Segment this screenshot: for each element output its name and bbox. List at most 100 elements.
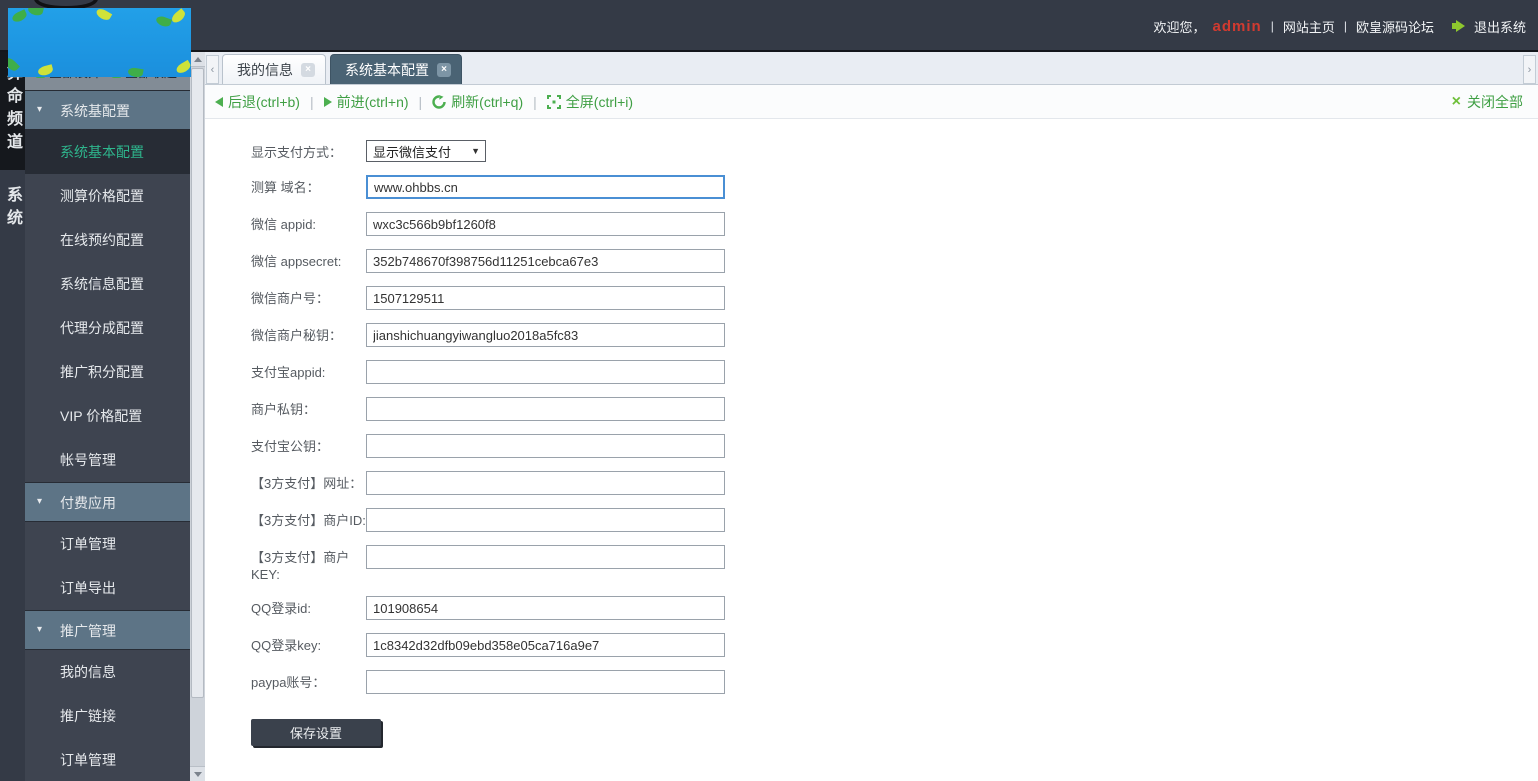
wechat-merchant-key-label: 微信商户秘钥： — [251, 328, 343, 343]
tab-close-icon[interactable]: × — [437, 62, 451, 77]
tab-scroll-left-button[interactable]: ‹ — [206, 55, 219, 84]
form-row: QQ登录id: — [251, 596, 1538, 620]
tab[interactable]: 我的信息 × — [222, 54, 326, 84]
sidebar-item[interactable]: 订单管理 — [25, 522, 190, 566]
sidebar-item[interactable]: 测算价格配置 — [25, 174, 190, 218]
form-row: 【3方支付】商户ID: — [251, 508, 1538, 532]
sidebar-item[interactable]: 系统信息配置 — [25, 262, 190, 306]
wechat-appsecret-label: 微信 appsecret: — [251, 254, 342, 269]
form-row: 支付宝公钥： — [251, 434, 1538, 458]
thirdparty-url-field[interactable] — [366, 471, 725, 495]
wechat-merchant-key-field[interactable] — [366, 323, 725, 347]
merchant-private-key-field[interactable] — [366, 397, 725, 421]
leaf-icon — [37, 64, 54, 77]
forward-button[interactable]: 前进(ctrl+n) — [323, 92, 409, 112]
form-row: 微信商户号： — [251, 286, 1538, 310]
welcome-text: 欢迎您， — [1153, 19, 1206, 35]
scrollbar-thumb[interactable] — [191, 68, 204, 698]
thirdparty-merchant-id-field[interactable] — [366, 508, 725, 532]
forum-link[interactable]: 欧皇源码论坛 — [1356, 17, 1434, 36]
thirdparty-merchant-key-field[interactable] — [366, 545, 725, 569]
back-button[interactable]: 后退(ctrl+b) — [215, 92, 300, 112]
selected-value: 显示微信支付 — [373, 144, 452, 160]
thirdparty-merchant-key-label: 【3方支付】商户 KEY: — [251, 550, 350, 582]
qq-login-key-field[interactable] — [366, 633, 725, 657]
logout-link[interactable]: 退出系统 — [1474, 17, 1526, 36]
arrow-up-icon — [193, 56, 202, 62]
sidebar-item[interactable]: 推广链接 — [25, 694, 190, 738]
form-row: 支付宝appid: — [251, 360, 1538, 384]
tab[interactable]: 系统基本配置 × — [330, 54, 462, 84]
top-bar: 欢迎您， admin | 网站主页 | 欧皇源码论坛 退出系统 — [0, 0, 1538, 52]
form-row: 测算 域名： — [251, 175, 1538, 199]
sidebar-group-header[interactable]: 系统基配置 — [25, 90, 190, 130]
separator: | — [533, 93, 537, 110]
fullscreen-button[interactable]: 全屏(ctrl+i) — [546, 92, 633, 112]
scrollbar-up-button[interactable] — [190, 52, 205, 67]
wechat-appsecret-field[interactable] — [366, 249, 725, 273]
save-settings-button[interactable]: 保存设置 — [251, 719, 381, 746]
tab-scroll-right-button[interactable]: › — [1523, 55, 1536, 84]
sidebar-item[interactable]: 推广积分配置 — [25, 350, 190, 394]
thirdparty-url-label: 【3方支付】网址： — [251, 476, 363, 491]
content-panel: 显示支付方式： 显示微信支付 ▼ 测算 域名： 微信 appid: 微信 appsecre… — [205, 119, 1538, 780]
merchant-private-key-label: 商户私钥： — [251, 402, 317, 417]
form-row: 微信 appid: — [251, 212, 1538, 236]
back-arrow-icon — [215, 96, 223, 107]
payment-display-label: 显示支付方式： — [251, 145, 343, 160]
refresh-button[interactable]: 刷新(ctrl+q) — [432, 92, 523, 112]
sidebar-group-header[interactable]: 付费应用 — [25, 482, 190, 522]
alipay-appid-field[interactable] — [366, 360, 725, 384]
scrollbar-down-button[interactable] — [190, 766, 205, 781]
form-row: 【3方支付】商户 KEY: — [251, 545, 1538, 583]
leaf-icon — [154, 14, 173, 29]
form-row: 【3方支付】网址： — [251, 471, 1538, 495]
separator: | — [1270, 19, 1274, 33]
tabs: 我的信息 × 系统基本配置 × — [222, 54, 462, 84]
sidebar-group-header[interactable]: 推广管理 — [25, 610, 190, 650]
alipay-appid-label: 支付宝appid: — [251, 365, 326, 380]
form-row: QQ登录key: — [251, 633, 1538, 657]
domain-label: 测算 域名： — [251, 180, 320, 195]
paypal-account-field[interactable] — [366, 670, 725, 694]
leaf-icon — [94, 8, 113, 23]
leaf-icon — [8, 56, 20, 73]
sidebar-item[interactable]: VIP 价格配置 — [25, 394, 190, 438]
wechat-merchant-id-field[interactable] — [366, 286, 725, 310]
tab-label: 我的信息 — [237, 61, 293, 78]
sidebar-menu: 系统基配置系统基本配置测算价格配置在线预约配置系统信息配置代理分成配置推广积分配… — [25, 90, 190, 781]
app-window: { "topbar": { "welcome": "欢迎您，", "userna… — [0, 0, 1538, 781]
close-all-button[interactable]: × 关闭全部 — [1452, 85, 1523, 119]
toolbar: 后退(ctrl+b) | 前进(ctrl+n) | 刷新(ctrl+q) | 全… — [205, 85, 1538, 119]
close-icon: × — [1451, 93, 1461, 110]
brand-logo — [8, 8, 191, 77]
sidebar-item[interactable]: 代理分成配置 — [25, 306, 190, 350]
forward-arrow-icon — [323, 96, 332, 107]
domain-field[interactable] — [366, 175, 725, 199]
sidebar-item[interactable]: 系统基本配置 — [25, 130, 190, 174]
sidebar-item[interactable]: 帐号管理 — [25, 438, 190, 482]
payment-display-select[interactable]: 显示微信支付 ▼ — [366, 140, 486, 162]
sidebar-scrollbar[interactable] — [190, 52, 205, 781]
qq-login-id-label: QQ登录id: — [251, 601, 311, 616]
form-row: paypa账号： — [251, 670, 1538, 694]
system-config-form: 显示支付方式： 显示微信支付 ▼ 测算 域名： 微信 appid: 微信 appsecre… — [205, 119, 1538, 746]
username: admin — [1212, 17, 1262, 35]
sidebar-item[interactable]: 我的信息 — [25, 650, 190, 694]
channel-group[interactable]: 系统 — [0, 170, 25, 232]
separator: | — [418, 93, 423, 110]
site-home-link[interactable]: 网站主页 — [1283, 17, 1335, 36]
refresh-icon — [432, 94, 446, 109]
paypal-account-label: paypa账号： — [251, 675, 326, 690]
wechat-appid-field[interactable] — [366, 212, 725, 236]
tab-close-icon[interactable]: × — [301, 62, 315, 77]
dropdown-arrow-icon: ▼ — [471, 146, 480, 156]
sidebar-item[interactable]: 在线预约配置 — [25, 218, 190, 262]
sidebar-item[interactable]: 订单管理 — [25, 738, 190, 781]
sidebar-item[interactable]: 订单导出 — [25, 566, 190, 610]
separator: | — [1343, 19, 1347, 33]
leaf-icon — [27, 8, 44, 17]
qq-login-id-field[interactable] — [366, 596, 725, 620]
logout-arrow-icon — [1451, 20, 1465, 32]
alipay-public-key-field[interactable] — [366, 434, 725, 458]
